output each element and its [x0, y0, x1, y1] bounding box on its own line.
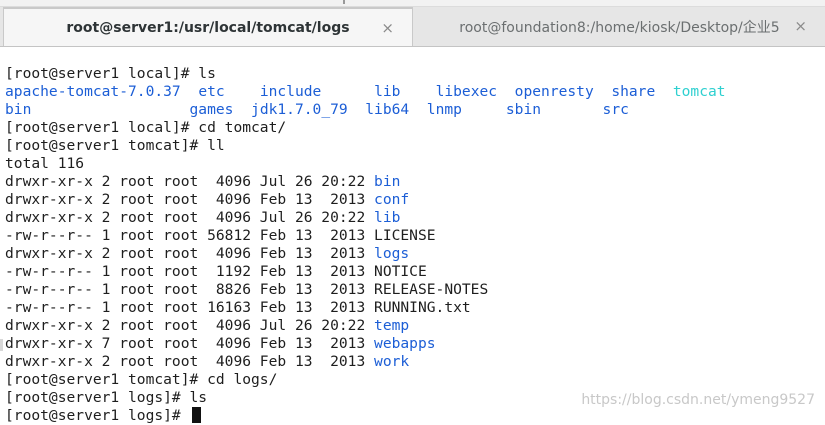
tab-title: root@foundation8:/home/kiosk/Desktop/企业5 — [459, 19, 780, 36]
ll-meta: -rw-r--r-- 1 root root 8826 Feb 13 2013 — [5, 281, 375, 298]
ll-name: RUNNING.txt — [374, 299, 471, 316]
ls-entry: openresty — [514, 83, 594, 100]
ls-output-row: bin games jdk1.7.0_79 lib64 lnmp sbin sr… — [5, 101, 629, 119]
ll-name: lib — [374, 209, 401, 226]
ll-row: -rw-r--r-- 1 root root 1192 Feb 13 2013 … — [5, 263, 427, 281]
terminal-prompt-line: [root@server1 logs]# — [5, 407, 201, 425]
ls-output-row: apache-tomcat-7.0.37 etc include lib lib… — [5, 83, 726, 101]
ll-row: -rw-r--r-- 1 root root 16163 Feb 13 2013… — [5, 299, 471, 317]
ls-entry: jdk1.7.0_79 — [251, 101, 348, 118]
ls-entry: share — [611, 83, 656, 100]
ll-meta: drwxr-xr-x 2 root root 4096 Jul 26 20:22 — [5, 209, 375, 226]
ll-name: webapps — [374, 335, 436, 352]
ll-meta: drwxr-xr-x 2 root root 4096 Feb 13 2013 — [5, 353, 375, 370]
ls-entry: lnmp — [426, 101, 462, 118]
scroll-edge-mark — [0, 339, 3, 351]
ll-meta: drwxr-xr-x 2 root root 4096 Feb 13 2013 — [5, 191, 375, 208]
terminal-line: [root@server1 local]# ls — [5, 65, 216, 82]
prompt-text: [root@server1 logs]# — [5, 407, 190, 424]
tab-server1-logs[interactable]: root@server1:/usr/local/tomcat/logs × — [3, 7, 413, 46]
ll-meta: drwxr-xr-x 2 root root 4096 Feb 13 2013 — [5, 245, 375, 262]
ll-name: NOTICE — [374, 263, 427, 280]
ll-meta: drwxr-xr-x 2 root root 4096 Jul 26 20:22 — [5, 173, 375, 190]
ls-entry: apache-tomcat-7.0.37 — [5, 83, 181, 100]
ll-name: LICENSE — [374, 227, 436, 244]
ll-row: drwxr-xr-x 2 root root 4096 Feb 13 2013 … — [5, 353, 409, 371]
terminal-line: [root@server1 tomcat]# cd logs/ — [5, 371, 278, 388]
ll-row: drwxr-xr-x 2 root root 4096 Jul 26 20:22… — [5, 173, 400, 191]
ll-meta: -rw-r--r-- 1 root root 16163 Feb 13 2013 — [5, 299, 375, 316]
ll-name: logs — [374, 245, 410, 262]
ll-name: work — [374, 353, 410, 370]
ll-name: RELEASE-NOTES — [374, 281, 489, 298]
window-top-edge — [0, 0, 825, 7]
ll-meta: drwxr-xr-x 7 root root 4096 Feb 13 2013 — [5, 335, 375, 352]
watermark: https://blog.csdn.net/ymeng9527 — [581, 392, 815, 408]
ls-entry: etc — [198, 83, 225, 100]
ll-row: -rw-r--r-- 1 root root 8826 Feb 13 2013 … — [5, 281, 488, 299]
terminal-output[interactable]: [root@server1 local]# ls apache-tomcat-7… — [0, 47, 825, 424]
ll-meta: drwxr-xr-x 2 root root 4096 Jul 26 20:22 — [5, 317, 375, 334]
ls-entry: lib64 — [365, 101, 410, 118]
ll-meta: -rw-r--r-- 1 root root 56812 Feb 13 2013 — [5, 227, 375, 244]
text-cursor — [191, 407, 201, 423]
ll-meta: -rw-r--r-- 1 root root 1192 Feb 13 2013 — [5, 263, 375, 280]
ls-entry: libexec — [435, 83, 498, 100]
ll-row: drwxr-xr-x 2 root root 4096 Feb 13 2013 … — [5, 191, 409, 209]
tab-title: root@server1:/usr/local/tomcat/logs — [66, 19, 350, 36]
close-icon[interactable]: × — [381, 19, 394, 37]
top-edge-mark — [343, 0, 345, 4]
ls-entry: games — [189, 101, 234, 118]
ll-row: drwxr-xr-x 2 root root 4096 Feb 13 2013 … — [5, 245, 409, 263]
ll-name: conf — [374, 191, 410, 208]
ll-name: temp — [374, 317, 410, 334]
terminal-line: total 116 — [5, 155, 85, 172]
ls-entry: src — [602, 101, 629, 118]
tab-foundation8-desktop[interactable]: root@foundation8:/home/kiosk/Desktop/企业5… — [414, 7, 825, 46]
terminal-tab-bar: root@server1:/usr/local/tomcat/logs × ro… — [0, 7, 825, 47]
ll-row: drwxr-xr-x 2 root root 4096 Jul 26 20:22… — [5, 209, 400, 227]
ls-entry: bin — [5, 101, 32, 118]
ls-entry: lib — [374, 83, 401, 100]
ll-row: drwxr-xr-x 2 root root 4096 Jul 26 20:22… — [5, 317, 409, 335]
close-icon[interactable]: × — [794, 17, 807, 35]
ls-entry: sbin — [505, 101, 542, 118]
ll-name: bin — [374, 173, 401, 190]
ll-row: -rw-r--r-- 1 root root 56812 Feb 13 2013… — [5, 227, 436, 245]
ll-row: drwxr-xr-x 7 root root 4096 Feb 13 2013 … — [5, 335, 436, 353]
terminal-line: [root@server1 logs]# ls — [5, 389, 208, 406]
terminal-line: [root@server1 tomcat]# ll — [5, 137, 225, 154]
ls-entry: include — [259, 83, 322, 100]
ls-entry-symlink: tomcat — [672, 83, 726, 100]
terminal-line: [root@server1 local]# cd tomcat/ — [5, 119, 287, 136]
